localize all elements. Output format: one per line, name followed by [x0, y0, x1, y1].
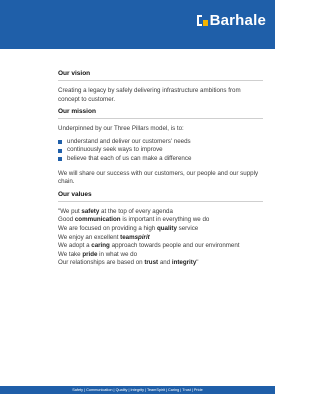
values-text: "We put	[58, 207, 82, 215]
square-bullet-icon	[58, 140, 62, 145]
values-text: service	[176, 224, 199, 232]
values-line: Our relationships are based on trust and…	[58, 259, 263, 268]
values-keyword: integrity	[171, 259, 197, 267]
main-content: Our vision Creating a legacy by safely d…	[58, 70, 263, 268]
mission-list-item-text: continuously seek ways to improve	[67, 146, 163, 154]
mission-list-item-text: understand and deliver our customers' ne…	[67, 137, 191, 145]
vision-divider	[58, 80, 263, 81]
brand-name: Barhale	[209, 12, 266, 29]
values-text: is important in everything we do	[120, 216, 210, 224]
values-line: "We put safety at the top of every agend…	[58, 208, 263, 217]
mission-closing: We will share our success with our custo…	[58, 169, 259, 186]
values-text: We are focused on providing a high	[58, 224, 157, 232]
values-text: in what we do	[97, 250, 138, 258]
mission-list-item: continuously seek ways to improve	[58, 146, 263, 155]
footer-bar: Safety | Communication | Quality | Integ…	[0, 386, 275, 394]
mission-intro: Underpinned by our Three Pillars model, …	[58, 125, 184, 133]
values-keyword: caring	[91, 242, 110, 250]
values-text: at the top of every agenda	[99, 207, 173, 215]
header-bar: Barhale	[0, 0, 275, 49]
brand-logo: Barhale	[196, 12, 266, 29]
values-text: Good	[58, 216, 75, 224]
values-keyword: team	[120, 233, 135, 241]
vision-heading: Our vision	[58, 70, 91, 77]
values-text: We enjoy an excellent	[58, 233, 121, 241]
values-line: We take pride in what we do	[58, 251, 263, 260]
values-text: We take	[58, 250, 83, 258]
square-bullet-icon	[58, 157, 62, 162]
values-text: We adopt a	[58, 242, 92, 250]
values-keyword: spirit	[134, 233, 150, 241]
values-heading: Our values	[58, 190, 92, 198]
mission-list: understand and deliver our customers' ne…	[58, 138, 263, 164]
values-text: and	[158, 259, 172, 267]
mission-divider	[58, 118, 263, 120]
values-page: Barhale Our vision Creating a legacy by …	[0, 0, 275, 394]
mission-list-item-text: believe that each of us can make a diffe…	[67, 154, 192, 162]
values-line: Good communication is important in every…	[58, 216, 263, 225]
values-text: approach towards people and our environm…	[109, 242, 240, 250]
values-keyword: trust	[144, 259, 159, 267]
mission-heading: Our mission	[58, 108, 96, 116]
values-keyword: communication	[74, 216, 121, 224]
values-line: We adopt a caring approach towards peopl…	[58, 242, 263, 251]
values-keyword: pride	[82, 250, 98, 258]
mission-list-item: understand and deliver our customers' ne…	[58, 138, 263, 147]
square-bullet-icon	[58, 148, 62, 153]
values-divider	[58, 200, 263, 202]
barhale-logo-mark-icon	[196, 15, 208, 26]
values-keyword: safety	[81, 207, 100, 215]
values-keyword: quality	[156, 224, 177, 232]
values-text: "	[196, 259, 199, 267]
values-text: Our relationships are based on	[58, 259, 145, 267]
values-line: We enjoy an excellent teamspirit	[58, 234, 263, 243]
values-line: We are focused on providing a high quali…	[58, 225, 263, 234]
mission-list-item: believe that each of us can make a diffe…	[58, 155, 263, 164]
vision-text: Creating a legacy by safely delivering i…	[58, 87, 241, 103]
